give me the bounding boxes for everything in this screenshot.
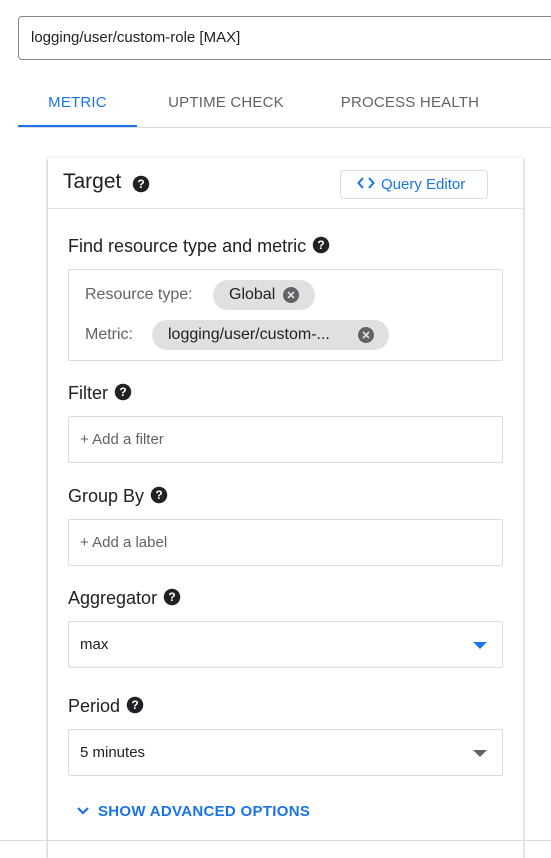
help-icon[interactable]: ? bbox=[163, 588, 181, 606]
group-by-label: Group By? bbox=[68, 486, 168, 507]
resource-metric-box: Resource type: Global Metric: logging/us… bbox=[68, 269, 503, 361]
period-value: 5 minutes bbox=[80, 744, 146, 761]
group-by-label-text: Group By bbox=[68, 486, 145, 506]
metric-label: Metric: bbox=[85, 326, 133, 343]
help-icon[interactable]: ? bbox=[312, 236, 330, 254]
chart-name-input[interactable]: logging/user/custom-role [MAX] bbox=[18, 16, 551, 60]
tab-process-health[interactable]: PROCESS HEALTH bbox=[328, 80, 492, 127]
find-resource-label: Find resource type and metric? bbox=[68, 236, 330, 257]
resource-type-value: Global bbox=[229, 286, 276, 303]
target-tabs: METRIC UPTIME CHECK PROCESS HEALTH bbox=[18, 80, 551, 128]
resource-type-label: Resource type: bbox=[85, 286, 193, 303]
help-icon[interactable]: ? bbox=[150, 486, 168, 504]
svg-text:?: ? bbox=[119, 385, 126, 399]
cancel-circle-icon[interactable] bbox=[358, 327, 374, 343]
filter-label: Filter? bbox=[68, 383, 132, 404]
help-icon[interactable]: ? bbox=[126, 696, 144, 714]
find-resource-label-text: Find resource type and metric bbox=[68, 236, 307, 256]
svg-text:?: ? bbox=[317, 238, 324, 252]
aggregator-value: max bbox=[80, 636, 109, 653]
code-brackets-icon bbox=[357, 177, 375, 189]
help-icon[interactable]: ? bbox=[132, 175, 150, 193]
period-label-text: Period bbox=[68, 696, 121, 716]
filter-input[interactable]: + Add a filter bbox=[68, 416, 503, 463]
show-advanced-options-label: SHOW ADVANCED OPTIONS bbox=[98, 803, 311, 820]
arrow-drop-down-icon bbox=[473, 750, 487, 757]
metric-value: logging/user/custom-... bbox=[168, 326, 330, 343]
aggregator-label-text: Aggregator bbox=[68, 588, 158, 608]
metric-chip[interactable]: logging/user/custom-... bbox=[152, 320, 389, 350]
target-title: Target bbox=[63, 170, 122, 193]
svg-text:?: ? bbox=[131, 698, 138, 712]
group-by-input[interactable]: + Add a label bbox=[68, 519, 503, 566]
chevron-down-icon bbox=[77, 807, 89, 815]
aggregator-select[interactable]: max bbox=[68, 621, 503, 668]
show-advanced-options-button[interactable]: SHOW ADVANCED OPTIONS bbox=[76, 803, 310, 820]
tab-metric[interactable]: METRIC bbox=[18, 80, 137, 127]
target-card-header: Target ? Query Editor bbox=[48, 158, 523, 209]
help-icon[interactable]: ? bbox=[114, 383, 132, 401]
resource-type-chip[interactable]: Global bbox=[213, 280, 315, 310]
cancel-circle-icon[interactable] bbox=[283, 287, 299, 303]
period-select[interactable]: 5 minutes bbox=[68, 729, 503, 776]
query-editor-button[interactable]: Query Editor bbox=[340, 170, 488, 199]
svg-text:?: ? bbox=[155, 488, 162, 502]
aggregator-label: Aggregator? bbox=[68, 588, 181, 609]
arrow-drop-down-icon bbox=[473, 642, 487, 649]
filter-label-text: Filter bbox=[68, 383, 108, 403]
query-editor-label: Query Editor bbox=[381, 176, 466, 193]
target-card: Target ? Query Editor Find resource type… bbox=[48, 158, 523, 858]
period-label: Period? bbox=[68, 696, 144, 717]
svg-text:?: ? bbox=[137, 177, 144, 191]
bottom-divider bbox=[0, 840, 551, 841]
tab-uptime-check[interactable]: UPTIME CHECK bbox=[152, 80, 300, 127]
svg-text:?: ? bbox=[168, 590, 175, 604]
